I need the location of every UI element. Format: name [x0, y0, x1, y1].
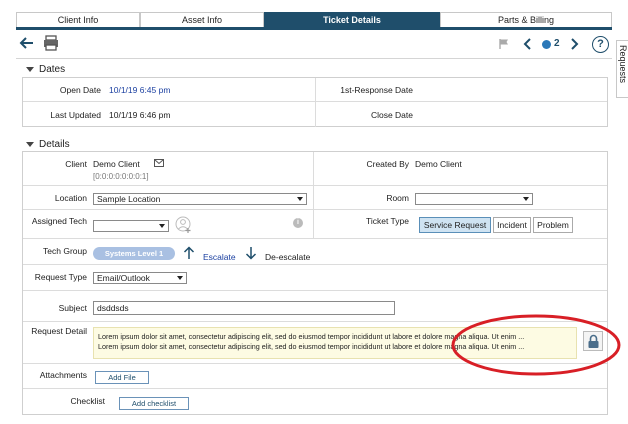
last-updated-value: 10/1/19 6:46 pm — [109, 110, 171, 120]
request-detail-line: Lorem ipsum dolor sit amet, consectetur … — [98, 332, 525, 341]
request-detail-label: Request Detail — [31, 326, 87, 336]
client-label: Client — [65, 159, 87, 169]
chevron-left-icon[interactable] — [522, 37, 534, 51]
lock-icon — [588, 334, 599, 348]
open-date-value: 10/1/19 6:45 pm — [109, 85, 171, 95]
checklist-label: Checklist — [70, 396, 105, 406]
created-by-value: Demo Client — [415, 159, 462, 169]
de-escalate-link[interactable]: De-escalate — [265, 252, 310, 262]
tab-parts-billing[interactable]: Parts & Billing — [440, 12, 612, 27]
escalate-link[interactable]: Escalate — [203, 252, 236, 262]
client-row: Client Demo Client [0:0:0:0:0:0:0:1] Cre… — [23, 152, 607, 186]
assigned-tech-select[interactable] — [93, 220, 169, 232]
ticket-type-service-request[interactable]: Service Request — [419, 217, 491, 233]
tech-group-badge[interactable]: Systems Level 1 — [93, 247, 175, 260]
request-type-select-value: Email/Outlook — [97, 273, 150, 283]
assigned-tech-row: Assigned Tech i Ticket Type Service Requ… — [23, 210, 607, 239]
location-select[interactable]: Sample Location — [93, 193, 307, 205]
client-name: Demo Client — [93, 159, 140, 169]
location-select-value: Sample Location — [97, 194, 161, 204]
dates-section-toggle[interactable]: Dates — [26, 64, 65, 75]
subject-label: Subject — [58, 303, 87, 313]
dates-row-2: Last Updated 10/1/19 6:46 pm Close Date — [23, 102, 607, 127]
toolbar-divider — [16, 58, 612, 59]
de-escalate-arrow-icon[interactable] — [245, 246, 257, 260]
details-section-toggle[interactable]: Details — [26, 139, 70, 150]
help-icon[interactable]: ? — [592, 36, 609, 53]
last-updated-label: Last Updated — [50, 110, 101, 120]
location-label: Location — [54, 193, 87, 203]
tech-group-row: Tech Group Systems Level 1 Escalate De-e… — [23, 239, 607, 265]
back-arrow-icon[interactable] — [18, 34, 36, 52]
client-address: [0:0:0:0:0:0:0:1] — [93, 172, 149, 181]
status-dot-icon — [542, 40, 551, 49]
chevron-down-icon — [523, 197, 529, 201]
dates-heading: Dates — [39, 64, 66, 75]
subject-row: Subject dsddsds — [23, 291, 607, 322]
open-date-label: Open Date — [59, 85, 101, 95]
chevron-down-icon — [159, 224, 165, 228]
location-row: Location Sample Location Room — [23, 186, 607, 210]
flag-icon[interactable] — [498, 38, 510, 50]
escalate-arrow-icon[interactable] — [183, 246, 195, 260]
tab-ticket-details[interactable]: Ticket Details — [264, 12, 440, 27]
room-select[interactable] — [415, 193, 533, 205]
close-date-label: Close Date — [370, 110, 413, 120]
chevron-down-icon — [177, 276, 183, 280]
add-file-button[interactable]: Add File — [95, 371, 149, 384]
lock-button[interactable] — [583, 331, 603, 351]
created-by-label: Created By — [366, 159, 409, 169]
request-detail-line: Lorem ipsum dolor sit amet, consectetur … — [98, 342, 525, 351]
request-type-select[interactable]: Email/Outlook — [93, 272, 187, 284]
info-icon[interactable]: i — [293, 218, 303, 228]
chevron-down-icon — [297, 197, 303, 201]
tab-bar: Client Info Asset Info Ticket Details Pa… — [16, 12, 612, 30]
tab-client-info[interactable]: Client Info — [16, 12, 140, 27]
checklist-row: Checklist Add checklist — [23, 389, 607, 415]
add-checklist-button[interactable]: Add checklist — [119, 397, 189, 410]
assigned-tech-label: Assigned Tech — [31, 216, 87, 226]
attachments-label: Attachments — [39, 370, 87, 380]
tab-asset-info[interactable]: Asset Info — [140, 12, 264, 27]
details-table: Client Demo Client [0:0:0:0:0:0:0:1] Cre… — [22, 151, 608, 415]
dates-row-1: Open Date 10/1/19 6:45 pm 1st-Response D… — [23, 78, 607, 102]
subject-input[interactable]: dsddsds — [93, 301, 395, 315]
chevron-right-icon[interactable] — [568, 37, 580, 51]
request-count: 2 — [554, 38, 560, 49]
request-detail-text[interactable]: Lorem ipsum dolor sit amet, consectetur … — [93, 327, 577, 359]
request-type-row: Request Type Email/Outlook — [23, 265, 607, 291]
details-heading: Details — [39, 139, 70, 150]
dates-table: Open Date 10/1/19 6:45 pm 1st-Response D… — [22, 77, 608, 127]
collapse-triangle-icon — [26, 141, 34, 147]
first-response-label: 1st-Response Date — [340, 85, 413, 95]
tech-group-label: Tech Group — [43, 246, 87, 256]
requests-drawer-label: Requests — [618, 45, 628, 84]
room-label: Room — [386, 193, 409, 203]
requests-drawer-tab[interactable]: Requests — [616, 40, 628, 98]
ticket-type-problem[interactable]: Problem — [533, 217, 573, 233]
request-detail-row: Request Detail Lorem ipsum dolor sit ame… — [23, 322, 607, 364]
attachments-row: Attachments Add File — [23, 364, 607, 389]
add-tech-icon[interactable] — [175, 216, 193, 234]
collapse-triangle-icon — [26, 66, 34, 72]
ticket-type-label: Ticket Type — [366, 216, 409, 226]
email-icon[interactable] — [154, 159, 164, 167]
print-icon[interactable] — [42, 34, 60, 52]
ticket-type-incident[interactable]: Incident — [493, 217, 531, 233]
request-type-label: Request Type — [34, 272, 87, 282]
